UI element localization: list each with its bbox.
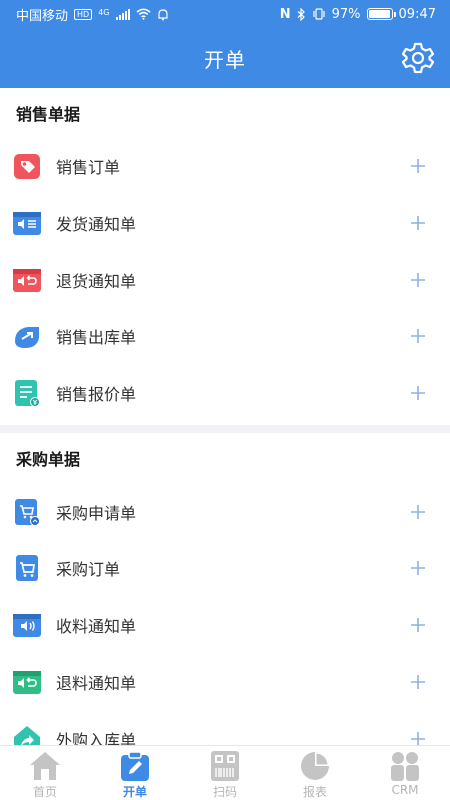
list-item-purchase-inbound[interactable]: 外购入库单	[0, 710, 450, 745]
add-material-return-button[interactable]	[406, 670, 430, 694]
add-sales-order-button[interactable]	[406, 154, 430, 178]
tab-scan[interactable]: 扫码	[180, 746, 270, 800]
list-item-sales-quote[interactable]: 销售报价单	[0, 365, 450, 422]
document-list: 销售单据 销售订单 发货通知单 退货通知单 销售出库单 销售报价单 采购单据 采…	[0, 88, 450, 745]
add-sales-quote-button[interactable]	[406, 381, 430, 405]
list-item-sales-order[interactable]: 销售订单	[0, 138, 450, 195]
list-item-label: 退料通知单	[56, 673, 137, 693]
sales-outbound-icon	[15, 327, 39, 349]
list-item-receiving-notice[interactable]: 收料通知单	[0, 597, 450, 654]
sales-order-icon	[14, 154, 40, 180]
list-item-label: 退货通知单	[56, 271, 137, 291]
notification-bell-icon	[157, 8, 168, 20]
tab-crm[interactable]: CRM	[360, 746, 450, 800]
create-order-icon	[121, 751, 149, 781]
plus-icon	[411, 561, 425, 576]
add-sales-outbound-button[interactable]	[406, 324, 430, 348]
material-return-icon	[13, 670, 41, 694]
list-item-label: 发货通知单	[56, 215, 137, 235]
add-return-notice-button[interactable]	[406, 268, 430, 292]
scan-icon	[211, 751, 239, 781]
bottom-tab-bar: 首页 开单 扫码 报表 CRM	[0, 745, 450, 800]
page-title: 开单	[204, 47, 246, 72]
list-item-material-return[interactable]: 退料通知单	[0, 654, 450, 711]
wifi-icon	[135, 8, 151, 20]
purchase-order-icon	[16, 555, 38, 582]
list-item-label: 外购入库单	[56, 730, 137, 745]
section-title-sales: 销售单据	[16, 105, 81, 124]
plus-icon	[411, 731, 425, 745]
list-item-purchase-order[interactable]: 采购订单	[0, 540, 450, 597]
purchase-inbound-icon	[14, 725, 40, 745]
list-item-label: 采购订单	[56, 560, 121, 580]
add-purchase-request-button[interactable]	[406, 500, 430, 524]
gear-icon	[401, 42, 435, 74]
tab-label: 开单	[122, 785, 147, 799]
signal-icon	[115, 8, 130, 20]
tab-label: 首页	[32, 785, 57, 799]
receiving-notice-icon	[13, 614, 41, 638]
hd-badge: HD	[74, 8, 93, 20]
tab-label: CRM	[391, 783, 419, 797]
home-icon	[30, 752, 60, 780]
plus-icon	[411, 272, 425, 287]
app-header: 开单	[0, 28, 450, 88]
vibrate-icon	[313, 8, 325, 20]
carrier-label: 中国移动	[16, 8, 69, 24]
tab-report[interactable]: 报表	[270, 746, 360, 800]
settings-button[interactable]	[400, 40, 436, 76]
bluetooth-icon	[297, 7, 305, 21]
list-item-sales-outbound[interactable]: 销售出库单	[0, 308, 450, 365]
plus-icon	[411, 618, 425, 633]
add-purchase-inbound-button[interactable]	[406, 727, 430, 745]
plus-icon	[411, 159, 425, 174]
list-item-label: 销售订单	[56, 158, 121, 178]
clock: 09:47	[398, 6, 436, 22]
add-purchase-order-button[interactable]	[406, 556, 430, 580]
plus-icon	[411, 386, 425, 401]
purchase-request-icon	[15, 498, 40, 526]
battery-icon	[366, 8, 396, 20]
list-item-purchase-request[interactable]: 采购申请单	[0, 483, 450, 540]
list-item-label: 销售出库单	[56, 328, 137, 348]
network-type: 4G	[98, 7, 110, 17]
plus-icon	[411, 504, 425, 519]
tab-create-order[interactable]: 开单	[90, 746, 180, 800]
section-divider	[0, 425, 450, 434]
tab-home[interactable]: 首页	[0, 746, 90, 800]
battery-percent: 97%	[331, 6, 361, 22]
plus-icon	[411, 216, 425, 231]
crm-icon	[391, 752, 419, 781]
tab-label: 报表	[302, 785, 327, 799]
section-title-purchase: 采购单据	[16, 450, 81, 470]
list-item-return-notice[interactable]: 退货通知单	[0, 251, 450, 308]
plus-icon	[411, 674, 425, 689]
sales-quote-icon	[15, 380, 40, 408]
add-shipping-notice-button[interactable]	[406, 211, 430, 235]
list-item-label: 收料通知单	[56, 617, 137, 637]
list-item-label: 销售报价单	[56, 385, 137, 405]
nfc-icon: N	[279, 6, 291, 22]
shipping-notice-icon	[13, 212, 41, 236]
plus-icon	[411, 329, 425, 344]
battery-fill	[368, 10, 390, 18]
list-item-label: 采购申请单	[56, 503, 137, 523]
report-icon	[301, 752, 329, 780]
add-receiving-notice-button[interactable]	[406, 613, 430, 637]
tab-label: 扫码	[212, 785, 237, 799]
list-item-shipping-notice[interactable]: 发货通知单	[0, 195, 450, 252]
status-bar: 中国移动 HD 4G N 97% 09:47	[0, 0, 450, 28]
return-notice-icon	[13, 268, 41, 292]
